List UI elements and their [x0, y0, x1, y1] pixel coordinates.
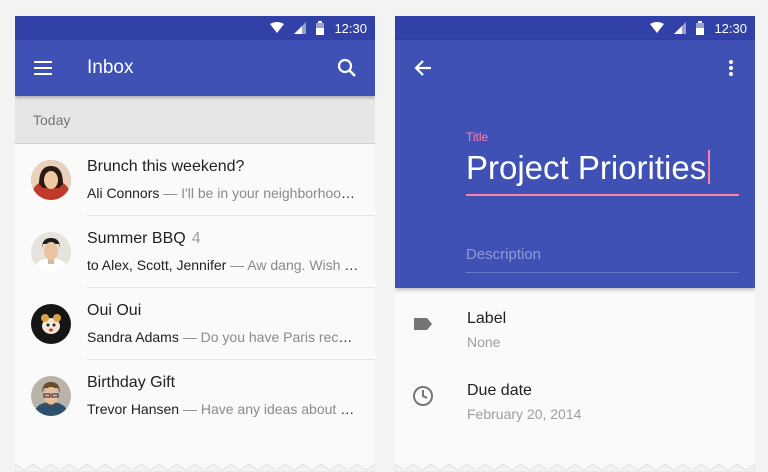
signal-icon: [674, 22, 687, 34]
field-value: February 20, 2014: [467, 406, 582, 422]
title-underline: [466, 194, 739, 196]
label-field[interactable]: Label None: [395, 288, 755, 360]
more-vert-icon[interactable]: [715, 52, 747, 84]
email-item[interactable]: Brunch this weekend? Ali Connors — I'll …: [15, 144, 375, 216]
back-arrow-icon[interactable]: [407, 52, 439, 84]
email-subject: Birthday Gift: [87, 374, 176, 391]
email-sender: Trevor Hansen: [87, 401, 180, 417]
email-item[interactable]: Birthday Gift Trevor Hansen — Have any i…: [15, 360, 375, 432]
avatar: [31, 160, 71, 200]
email-preview: — Do you have Paris recommendations?: [182, 329, 359, 345]
torn-edge: [15, 463, 375, 472]
task-fields: Label None Due date February 20, 2014: [395, 288, 755, 432]
email-preview: — Have any ideas about what we should ge…: [182, 401, 359, 417]
email-preview: — I'll be in your neighborhood doing err…: [163, 185, 359, 201]
email-subject: Summer BBQ 4: [87, 230, 201, 247]
email-subject: Brunch this weekend?: [87, 158, 245, 175]
avatar: [31, 376, 71, 416]
due-date-field[interactable]: Due date February 20, 2014: [395, 360, 755, 432]
email-subject: Oui Oui: [87, 302, 142, 319]
email-sender: Sandra Adams: [87, 329, 179, 345]
menu-icon[interactable]: [27, 52, 59, 84]
app-bar: [395, 40, 755, 96]
signal-icon: [294, 22, 307, 34]
search-icon[interactable]: [331, 52, 363, 84]
email-sender: Ali Connors: [87, 185, 160, 201]
email-item[interactable]: Oui Oui Sandra Adams — Do you have Paris…: [15, 288, 375, 360]
app-bar: Inbox: [15, 40, 375, 96]
email-item[interactable]: Summer BBQ 4 to Alex, Scott, Jennifer — A…: [15, 216, 375, 288]
status-time: 12:30: [334, 20, 367, 36]
field-label: Label: [467, 310, 507, 327]
section-header: Today: [15, 96, 375, 144]
email-preview: — Aw dang. Wish I could make it: [230, 257, 359, 273]
wifi-icon: [270, 22, 285, 33]
status-time: 12:30: [714, 20, 747, 36]
battery-icon: [316, 21, 325, 35]
thread-count: 4: [191, 230, 201, 247]
description-underline: [466, 272, 739, 273]
text-caret: [708, 150, 711, 184]
torn-edge: [395, 463, 755, 472]
label-icon: [414, 318, 432, 330]
status-bar: 12:30: [395, 16, 755, 40]
description-input[interactable]: Description: [466, 246, 541, 263]
email-sender: to Alex, Scott, Jennifer: [87, 257, 227, 273]
field-label: Due date: [467, 382, 532, 399]
battery-icon: [696, 21, 705, 35]
page-title: Inbox: [87, 57, 134, 78]
field-value: None: [467, 334, 501, 350]
title-field-label: Title: [466, 130, 489, 144]
status-bar: 12:30: [15, 16, 375, 40]
inbox-screen: 12:30 Inbox Today Brunch this weekend? A…: [15, 16, 375, 472]
wifi-icon: [650, 22, 665, 33]
avatar: [31, 304, 71, 344]
email-list: Brunch this weekend? Ali Connors — I'll …: [15, 144, 375, 432]
task-edit-screen: 12:30 Title Project Priorities Descripti…: [395, 16, 755, 472]
clock-icon: [413, 386, 433, 406]
avatar: [31, 232, 71, 272]
title-input[interactable]: Project Priorities: [466, 144, 711, 192]
